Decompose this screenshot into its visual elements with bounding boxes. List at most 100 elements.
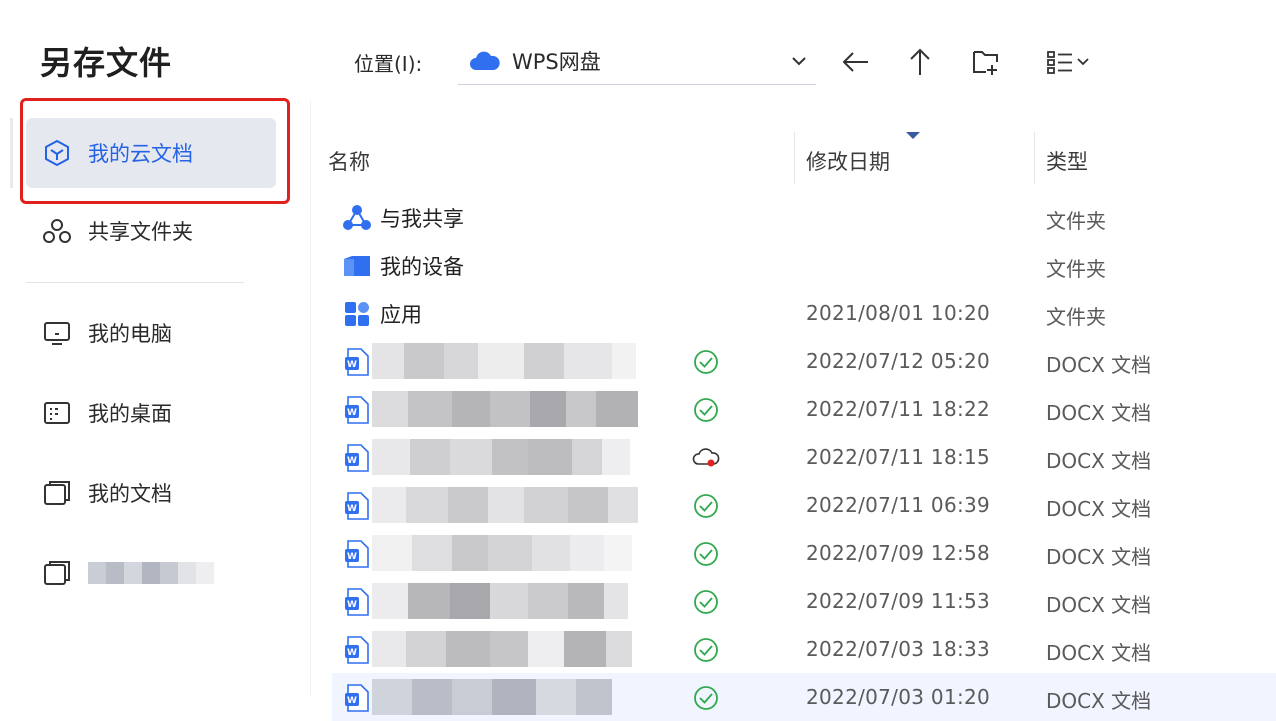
- sidebar-item-my-documents[interactable]: 我的文档: [26, 458, 276, 528]
- column-header-type[interactable]: 类型: [1046, 146, 1088, 176]
- redacted-file-name: [372, 391, 638, 427]
- redacted-file-name: [372, 583, 628, 619]
- chevron-down-icon: [1077, 58, 1089, 66]
- docx-icon: W: [345, 684, 369, 712]
- file-date: 2022/07/03 18:33: [806, 637, 991, 661]
- file-type: DOCX 文档: [1046, 401, 1152, 425]
- file-type: DOCX 文档: [1046, 497, 1152, 521]
- sidebar-item-label: 共享文件夹: [88, 220, 193, 244]
- redacted-file-name: [372, 631, 632, 667]
- docx-icon: W: [345, 492, 369, 520]
- redacted-file-name: [372, 343, 636, 379]
- sidebar-border: [310, 100, 311, 696]
- desktop-icon: [40, 396, 74, 430]
- sidebar: 另存文件 我的云文档 共享文件夹 我的电脑 我的桌面 我的文档: [0, 0, 310, 696]
- sidebar-item-my-desktop[interactable]: 我的桌面: [26, 378, 276, 448]
- chevron-down-icon: [792, 57, 806, 66]
- file-date: 2022/07/11 18:15: [806, 445, 991, 469]
- sort-descending-icon: [906, 132, 920, 139]
- location-value: WPS网盘: [512, 50, 601, 74]
- synced-check-icon: [694, 494, 718, 518]
- up-button[interactable]: [900, 42, 940, 82]
- device-folder-icon: [344, 256, 370, 276]
- file-date: 2021/08/01 10:20: [806, 301, 991, 325]
- svg-text:W: W: [347, 648, 357, 658]
- list-item[interactable]: W 2022/07/09 12:58 DOCX 文档: [332, 529, 1276, 577]
- list-item[interactable]: W 2022/07/11 18:15 DOCX 文档: [332, 433, 1276, 481]
- synced-check-icon: [694, 590, 718, 614]
- share-folder-icon: [40, 214, 74, 248]
- docx-icon: W: [345, 636, 369, 664]
- file-type: DOCX 文档: [1046, 353, 1152, 377]
- file-type: DOCX 文档: [1046, 593, 1152, 617]
- list-view-icon: [1047, 51, 1072, 74]
- file-type: DOCX 文档: [1046, 449, 1152, 473]
- docx-icon: W: [345, 444, 369, 472]
- new-folder-button[interactable]: [966, 42, 1006, 82]
- arrow-left-icon: [842, 52, 868, 72]
- sidebar-scroll-edge: [10, 118, 13, 188]
- redacted-file-name: [372, 535, 632, 571]
- list-item[interactable]: W 2022/07/09 11:53 DOCX 文档: [332, 577, 1276, 625]
- file-type: 文件夹: [1046, 209, 1106, 233]
- docx-icon: W: [345, 588, 369, 616]
- docx-icon: W: [345, 396, 369, 424]
- synced-check-icon: [694, 398, 718, 422]
- list-item[interactable]: W 2022/07/03 01:20 DOCX 文档: [332, 673, 1276, 721]
- folder-icon: [40, 556, 74, 590]
- apps-icon: [345, 302, 369, 326]
- file-type: 文件夹: [1046, 257, 1106, 281]
- column-divider: [1034, 132, 1035, 184]
- cloud-doc-icon: [40, 136, 74, 170]
- docx-icon: W: [345, 348, 369, 376]
- column-header-name[interactable]: 名称: [328, 146, 370, 176]
- list-item[interactable]: 与我共享 文件夹: [332, 193, 1276, 241]
- arrow-up-icon: [910, 48, 930, 75]
- view-mode-button[interactable]: [1036, 42, 1100, 82]
- sidebar-item-redacted[interactable]: [26, 538, 276, 608]
- location-dropdown[interactable]: WPS网盘: [458, 38, 816, 85]
- location-label: 位置(I):: [354, 52, 423, 76]
- redacted-file-name: [372, 487, 638, 523]
- list-item[interactable]: 我的设备 文件夹: [332, 241, 1276, 289]
- file-date: 2022/07/09 11:53: [806, 589, 991, 613]
- column-divider: [794, 132, 795, 184]
- file-name: 我的设备: [380, 255, 464, 279]
- sidebar-item-label: 我的桌面: [88, 402, 172, 426]
- synced-check-icon: [694, 350, 718, 374]
- list-item[interactable]: W 2022/07/11 18:22 DOCX 文档: [332, 385, 1276, 433]
- svg-text:W: W: [347, 408, 357, 418]
- file-type: DOCX 文档: [1046, 545, 1152, 569]
- column-header-date[interactable]: 修改日期: [806, 146, 890, 176]
- svg-text:W: W: [347, 552, 357, 562]
- synced-check-icon: [694, 686, 718, 710]
- list-item[interactable]: W 2022/07/11 06:39 DOCX 文档: [332, 481, 1276, 529]
- file-type: 文件夹: [1046, 305, 1106, 329]
- svg-text:W: W: [347, 360, 357, 370]
- dialog-title: 另存文件: [40, 44, 173, 82]
- sidebar-divider: [26, 282, 244, 283]
- back-button[interactable]: [836, 42, 876, 82]
- svg-text:W: W: [347, 696, 357, 706]
- redacted-file-name: [372, 679, 612, 715]
- sidebar-item-label: 我的电脑: [88, 322, 172, 346]
- list-item[interactable]: W 2022/07/03 18:33 DOCX 文档: [332, 625, 1276, 673]
- computer-icon: [40, 316, 74, 350]
- file-date: 2022/07/11 06:39: [806, 493, 991, 517]
- sidebar-item-my-computer[interactable]: 我的电脑: [26, 298, 276, 368]
- file-date: 2022/07/09 12:58: [806, 541, 991, 565]
- new-folder-icon: [973, 51, 998, 75]
- svg-text:W: W: [347, 504, 357, 514]
- file-name: 与我共享: [380, 207, 464, 231]
- sidebar-item-shared-folder[interactable]: 共享文件夹: [26, 196, 276, 266]
- svg-text:W: W: [347, 600, 357, 610]
- list-item[interactable]: 应用 2021/08/01 10:20 文件夹: [332, 289, 1276, 337]
- docx-icon: W: [345, 540, 369, 568]
- cloud-icon: [470, 51, 500, 70]
- list-item[interactable]: W 2022/07/12 05:20 DOCX 文档: [332, 337, 1276, 385]
- synced-check-icon: [694, 638, 718, 662]
- file-date: 2022/07/03 01:20: [806, 685, 991, 709]
- sidebar-item-my-cloud-docs[interactable]: 我的云文档: [26, 118, 276, 188]
- file-date: 2022/07/11 18:22: [806, 397, 991, 421]
- file-name: 应用: [380, 303, 422, 327]
